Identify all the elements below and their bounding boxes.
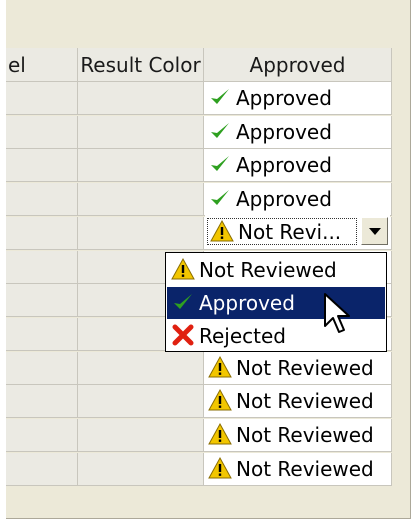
cell-approved[interactable]: Not Reviewed <box>204 385 392 419</box>
cell-level[interactable] <box>6 317 78 351</box>
cell-level[interactable] <box>6 452 78 486</box>
column-header-result-color[interactable]: Result Color <box>78 48 204 82</box>
cell-level[interactable] <box>6 385 78 419</box>
approved-combo-text: Not Revi... <box>238 220 342 244</box>
column-header-approved[interactable]: Approved <box>204 48 392 82</box>
warning-icon <box>208 456 232 479</box>
approved-text: Not Reviewed <box>236 355 374 380</box>
cell-result-color[interactable] <box>78 216 204 250</box>
table-row[interactable]: Approved <box>6 183 392 217</box>
table-row[interactable]: Not Reviewed <box>6 419 392 452</box>
cell-level[interactable] <box>6 351 78 385</box>
cell-result-color[interactable] <box>78 351 204 385</box>
table-row[interactable]: Not Reviewed <box>6 452 392 486</box>
table-row[interactable]: Approved <box>6 149 392 183</box>
mouse-cursor-icon <box>324 293 350 333</box>
option-not-reviewed[interactable]: Not Reviewed <box>167 254 385 286</box>
warning-icon <box>208 422 232 445</box>
table-row[interactable]: Not Reviewed <box>6 351 392 385</box>
check-icon <box>211 190 229 206</box>
cell-level[interactable] <box>6 115 78 149</box>
approved-value: Approved <box>208 149 332 182</box>
cell-approved[interactable]: Approved <box>204 149 392 183</box>
cell-result-color[interactable] <box>78 385 204 419</box>
approved-text: Not Reviewed <box>236 389 374 414</box>
cell-approved[interactable]: Approved <box>204 82 392 115</box>
option-label: Not Reviewed <box>199 258 337 282</box>
cell-result-color[interactable] <box>78 452 204 486</box>
approved-text: Approved <box>236 86 332 110</box>
approved-value: Not Reviewed <box>208 419 374 452</box>
cell-result-color[interactable] <box>78 82 204 115</box>
cell-result-color[interactable] <box>78 419 204 452</box>
cell-level[interactable] <box>6 419 78 452</box>
approved-value: Not Reviewed <box>208 385 374 418</box>
cross-icon <box>172 324 194 346</box>
approved-dropdown-list[interactable]: Not Reviewed Approved Rejected <box>165 252 387 352</box>
cell-level[interactable] <box>6 250 78 284</box>
approved-value: Approved <box>208 82 332 115</box>
option-label: Rejected <box>199 324 287 348</box>
cell-level[interactable] <box>6 183 78 217</box>
warning-icon <box>171 257 195 280</box>
cell-approved[interactable]: Not Reviewed <box>204 419 392 452</box>
table-row[interactable]: Not Reviewed <box>6 385 392 419</box>
cell-level[interactable] <box>6 216 78 250</box>
cell-result-color[interactable] <box>78 115 204 149</box>
cell-level[interactable] <box>6 82 78 115</box>
cell-approved[interactable]: Not Reviewed <box>204 351 392 385</box>
check-icon <box>211 156 229 172</box>
chevron-down-icon <box>369 228 381 235</box>
cell-approved[interactable]: Approved <box>204 115 392 149</box>
warning-icon <box>210 219 234 242</box>
check-icon <box>211 89 229 104</box>
approved-text: Approved <box>236 153 332 178</box>
approved-text: Not Reviewed <box>236 423 374 447</box>
table-row[interactable]: Approved <box>6 115 392 149</box>
cell-level[interactable] <box>6 284 78 318</box>
check-icon <box>174 294 192 309</box>
approved-value: Not Reviewed <box>208 352 374 385</box>
option-rejected[interactable]: Rejected <box>167 320 385 352</box>
check-icon <box>211 122 229 138</box>
cell-result-color[interactable] <box>78 183 204 217</box>
table-row[interactable]: Approved <box>6 82 392 115</box>
warning-icon <box>208 355 232 378</box>
cell-approved[interactable]: Not Reviewed <box>204 452 392 486</box>
column-header-level[interactable]: el <box>6 48 78 82</box>
option-approved[interactable]: Approved <box>167 287 385 319</box>
cell-approved[interactable]: Approved <box>204 183 392 217</box>
approved-value: Approved <box>208 183 332 216</box>
approved-text: Approved <box>236 119 332 144</box>
approved-value: Not Reviewed <box>208 453 374 486</box>
approved-text: Approved <box>236 187 332 212</box>
dropdown-arrow-button[interactable] <box>361 217 388 245</box>
cell-result-color[interactable] <box>78 149 204 183</box>
approved-text: Not Reviewed <box>236 456 374 481</box>
option-label: Approved <box>199 291 295 315</box>
cell-level[interactable] <box>6 149 78 183</box>
approved-combo-value[interactable]: Not Revi... <box>207 218 357 245</box>
warning-icon <box>208 389 232 411</box>
approved-value: Approved <box>208 116 332 149</box>
